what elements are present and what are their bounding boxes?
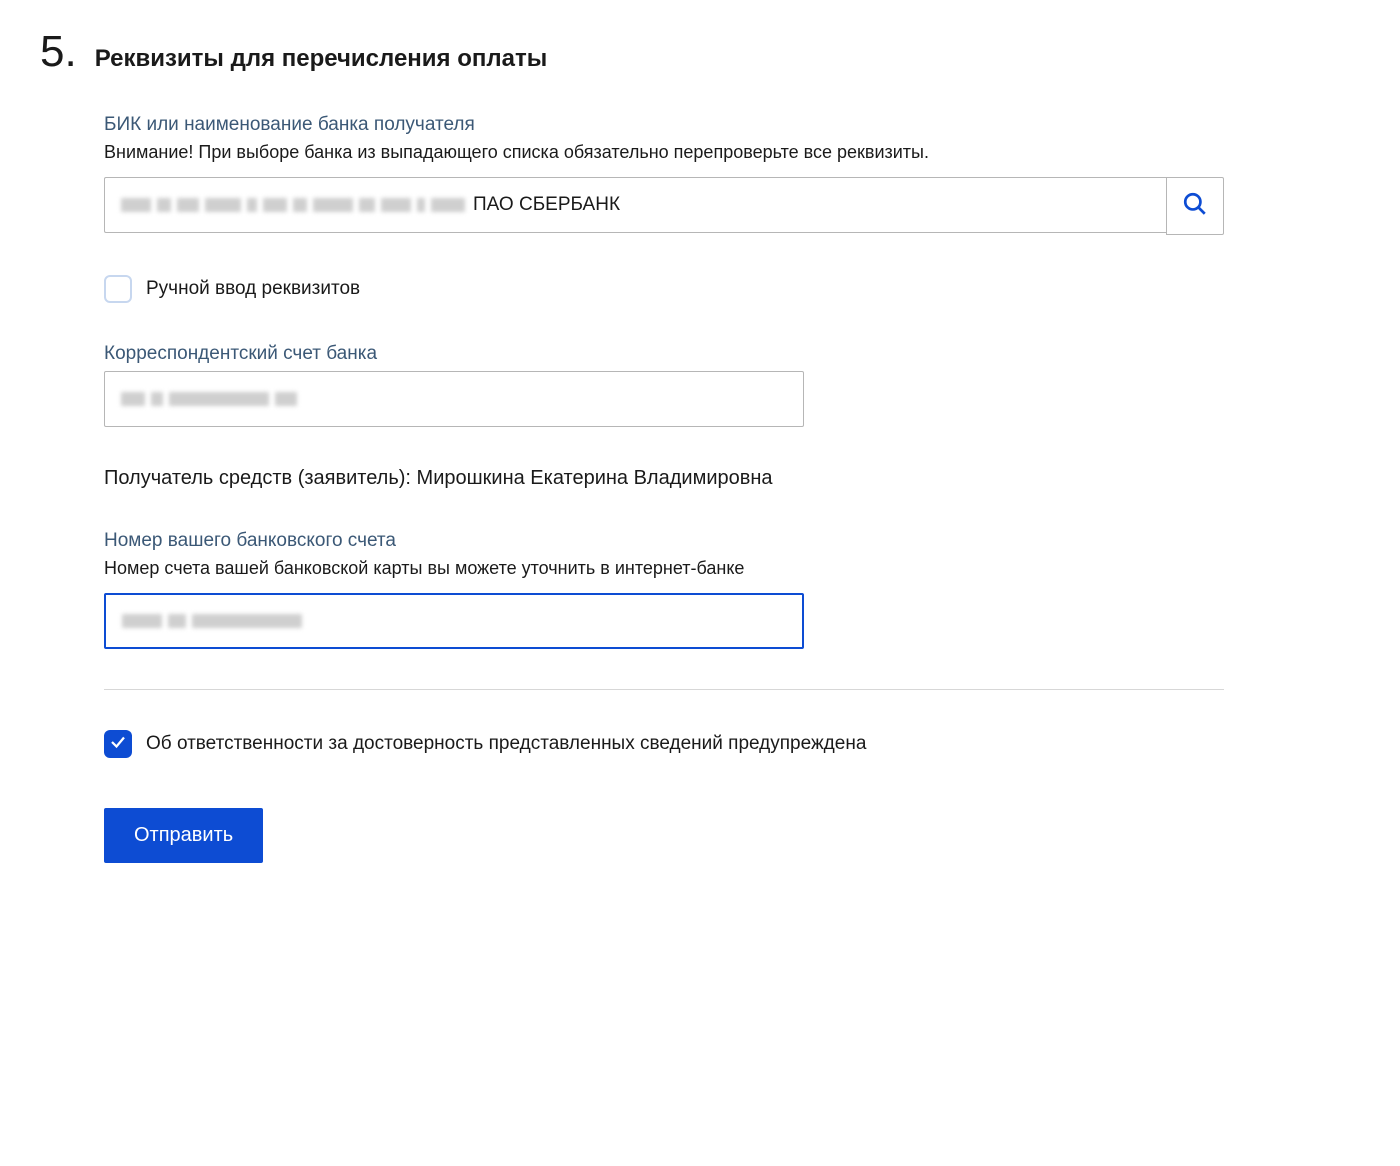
bank-search-button[interactable] <box>1166 177 1224 235</box>
bank-bic-input[interactable]: ПАО СБЕРБАНК <box>104 177 1166 233</box>
account-number-hint: Номер счета вашей банковской карты вы мо… <box>104 558 1224 579</box>
recipient-prefix: Получатель средств (заявитель): <box>104 467 417 489</box>
corr-account-block: Корреспондентский счет банка <box>104 343 1224 427</box>
redacted-account-number <box>122 614 302 628</box>
manual-entry-checkbox[interactable] <box>104 275 132 303</box>
bank-input-group: ПАО СБЕРБАНК <box>104 177 1224 235</box>
bank-field-hint: Внимание! При выборе банка из выпадающег… <box>104 142 1224 163</box>
step-title: Реквизиты для перечисления оплаты <box>95 45 548 73</box>
section-header: 5. Реквизиты для перечисления оплаты <box>40 30 1360 74</box>
manual-entry-label: Ручной ввод реквизитов <box>146 278 360 300</box>
bank-field-label: БИК или наименование банка получателя <box>104 114 1224 136</box>
section-divider <box>104 689 1224 690</box>
recipient-name: Мирошкина Екатерина Владимировна <box>417 467 773 489</box>
bank-field-block: БИК или наименование банка получателя Вн… <box>104 114 1224 235</box>
form-body: БИК или наименование банка получателя Вн… <box>104 114 1224 863</box>
manual-entry-row: Ручной ввод реквизитов <box>104 275 1224 303</box>
account-number-input[interactable] <box>104 593 804 649</box>
search-icon <box>1182 191 1208 222</box>
corr-account-label: Корреспондентский счет банка <box>104 343 1224 365</box>
corr-account-input[interactable] <box>104 371 804 427</box>
account-number-label: Номер вашего банковского счета <box>104 530 1224 552</box>
submit-button[interactable]: Отправить <box>104 808 263 863</box>
confirm-checkbox[interactable] <box>104 730 132 758</box>
redacted-corr-account <box>121 392 297 406</box>
redacted-bic <box>121 198 465 212</box>
account-number-block: Номер вашего банковского счета Номер сче… <box>104 530 1224 649</box>
step-number: 5. <box>40 30 77 74</box>
check-icon <box>109 733 127 756</box>
confirm-row: Об ответственности за достоверность пред… <box>104 730 1224 758</box>
bank-name-suffix: ПАО СБЕРБАНК <box>473 194 620 216</box>
confirm-label: Об ответственности за достоверность пред… <box>146 733 866 755</box>
recipient-line: Получатель средств (заявитель): Мирошкин… <box>104 467 1224 490</box>
